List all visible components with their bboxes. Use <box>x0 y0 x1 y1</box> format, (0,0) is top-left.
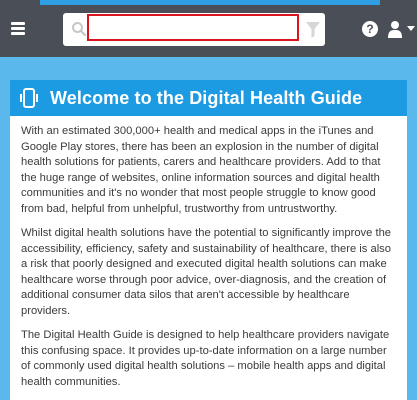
help-glyph: ? <box>366 22 374 36</box>
user-icon[interactable] <box>388 20 402 38</box>
top-nav-bar: ? <box>0 0 417 57</box>
welcome-card-body: With an estimated 300,000+ health and me… <box>10 116 407 400</box>
hamburger-icon[interactable] <box>11 22 25 36</box>
search-input[interactable] <box>87 14 299 41</box>
mobile-device-icon <box>20 88 38 108</box>
filter-icon[interactable] <box>306 22 320 38</box>
intro-paragraph: Whilst digital health solutions have the… <box>21 227 392 317</box>
caret-down-icon[interactable] <box>407 26 415 32</box>
search-icon[interactable] <box>71 21 87 37</box>
intro-paragraph: With an estimated 300,000+ health and me… <box>21 125 381 215</box>
help-icon[interactable]: ? <box>362 21 378 37</box>
search-box[interactable] <box>63 13 325 46</box>
top-accent-strip <box>40 0 380 5</box>
intro-paragraph: The Digital Health Guide is designed to … <box>21 329 390 388</box>
card-title: Welcome to the Digital Health Guide <box>50 87 363 108</box>
welcome-card-header: Welcome to the Digital Health Guide <box>10 80 407 116</box>
